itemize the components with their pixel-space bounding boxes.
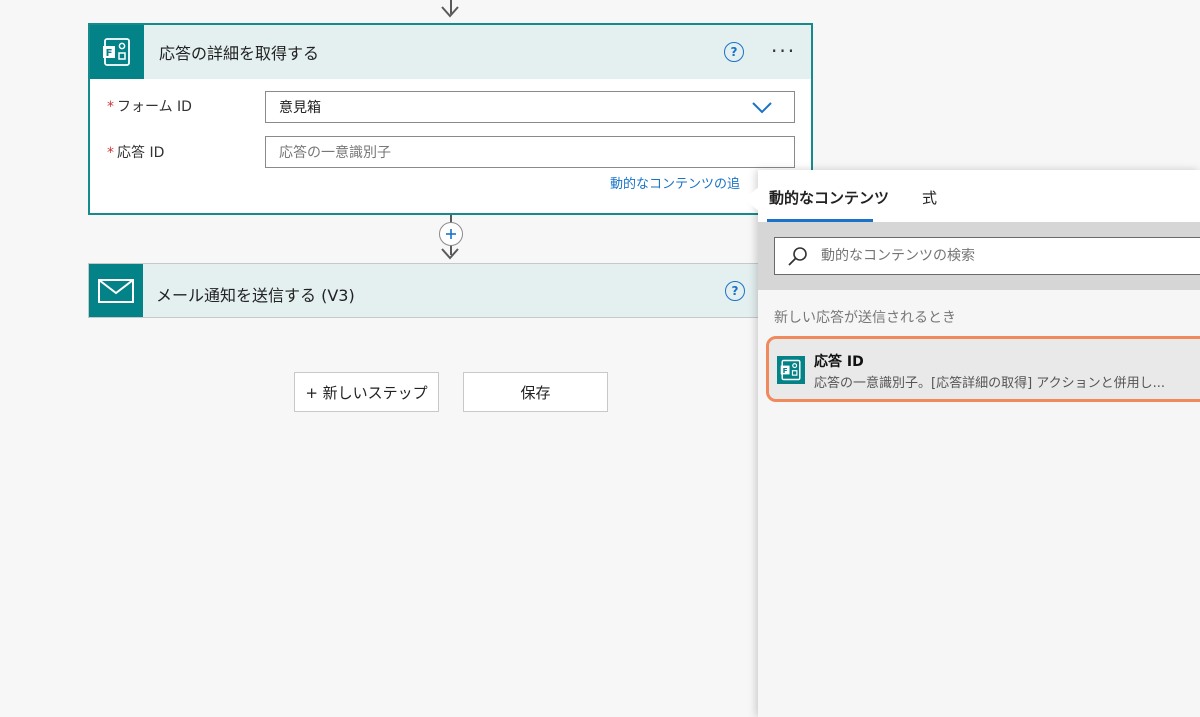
required-mark: * bbox=[107, 145, 114, 161]
send-mail-card[interactable]: メール通知を送信する (V3) ? bbox=[88, 263, 760, 318]
more-icon[interactable]: ··· bbox=[771, 39, 796, 63]
required-mark: * bbox=[107, 99, 114, 115]
item-name: 応答 ID bbox=[814, 354, 864, 370]
form-id-label-text: フォーム ID bbox=[117, 99, 192, 115]
plus-icon bbox=[446, 229, 456, 239]
mail-icon bbox=[89, 264, 143, 317]
tab-expression[interactable]: 式 bbox=[922, 187, 937, 208]
insert-step-button[interactable] bbox=[439, 222, 463, 246]
mail-card-title: メール通知を送信する (V3) bbox=[156, 286, 355, 305]
dynamic-content-panel: 動的なコンテンツ 式 新しい応答が送信されるとき F 応答 ID 応答の一意識別… bbox=[744, 170, 1200, 717]
svg-text:F: F bbox=[783, 366, 788, 375]
forms-icon: F bbox=[777, 356, 805, 384]
get-response-details-card: F 応答の詳細を取得する ? ··· * フォーム ID 意見箱 * 応答 ID 応… bbox=[88, 23, 813, 215]
add-dynamic-content-link[interactable]: 動的なコンテンツの追 bbox=[610, 173, 740, 192]
response-id-input[interactable]: 応答の一意識別子 bbox=[265, 136, 795, 168]
arrow-down-icon bbox=[441, 248, 459, 260]
help-icon[interactable]: ? bbox=[725, 281, 745, 301]
dynamic-content-search[interactable] bbox=[774, 237, 1200, 275]
forms-icon: F bbox=[90, 25, 144, 79]
dynamic-item-response-id[interactable]: F 応答 ID 応答の一意識別子。[応答詳細の取得] アクションと併用し... bbox=[766, 336, 1200, 402]
chevron-down-icon[interactable] bbox=[751, 101, 773, 115]
search-input[interactable] bbox=[819, 247, 1183, 265]
response-id-label-text: 応答 ID bbox=[117, 145, 165, 161]
tab-dynamic-content[interactable]: 動的なコンテンツ bbox=[769, 187, 889, 208]
panel-tabs: 動的なコンテンツ 式 bbox=[758, 170, 1200, 222]
new-step-button[interactable]: + 新しいステップ bbox=[294, 372, 439, 412]
search-icon bbox=[788, 247, 807, 266]
help-icon[interactable]: ? bbox=[724, 42, 744, 62]
svg-text:F: F bbox=[106, 48, 113, 59]
card-title: 応答の詳細を取得する bbox=[159, 44, 320, 63]
card-header[interactable]: F 応答の詳細を取得する ? ··· bbox=[90, 25, 811, 79]
form-id-dropdown[interactable]: 意見箱 bbox=[265, 91, 795, 123]
save-button[interactable]: 保存 bbox=[463, 372, 608, 412]
section-label: 新しい応答が送信されるとき bbox=[774, 310, 956, 326]
form-id-label: * フォーム ID bbox=[107, 96, 192, 116]
search-strip bbox=[758, 222, 1200, 290]
arrow-down-icon bbox=[441, 6, 459, 18]
form-id-value: 意見箱 bbox=[279, 100, 321, 116]
response-id-label: * 応答 ID bbox=[107, 142, 164, 162]
item-description: 応答の一意識別子。[応答詳細の取得] アクションと併用し... bbox=[814, 376, 1166, 391]
response-id-placeholder: 応答の一意識別子 bbox=[279, 145, 391, 161]
